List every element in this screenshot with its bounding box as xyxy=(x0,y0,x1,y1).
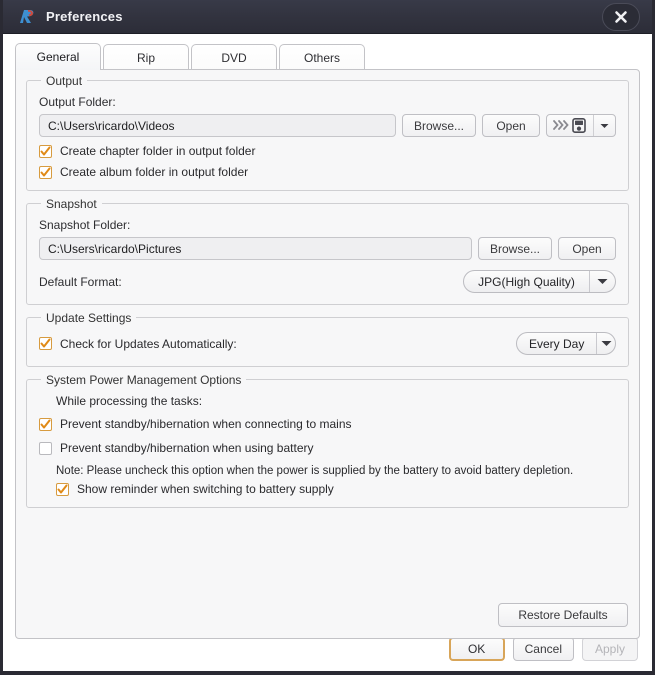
transfer-device-chevron-down-icon[interactable] xyxy=(593,115,615,136)
output-folder-label: Output Folder: xyxy=(39,95,116,109)
create-album-folder-row: Create album folder in output folder xyxy=(39,165,616,179)
create-chapter-folder-checkbox[interactable] xyxy=(39,144,52,158)
check-updates-row: Check for Updates Automatically: Every D… xyxy=(39,332,616,355)
snapshot-folder-label: Snapshot Folder: xyxy=(39,218,131,232)
power-intro-text: While processing the tasks: xyxy=(56,394,203,408)
snapshot-format-dropdown[interactable]: JPG(High Quality) xyxy=(463,270,616,293)
ok-button[interactable]: OK xyxy=(448,637,505,661)
output-folder-input[interactable]: C:\Users\ricardo\Videos xyxy=(39,114,396,137)
snapshot-format-chevron-down-icon[interactable] xyxy=(589,271,615,292)
app-logo-r-icon xyxy=(17,7,37,27)
update-frequency-dropdown[interactable]: Every Day xyxy=(516,332,616,355)
tab-others[interactable]: Others xyxy=(279,44,365,70)
prevent-standby-mains-checkbox[interactable] xyxy=(39,417,52,431)
transfer-to-device-icon xyxy=(547,115,593,136)
tab-others-label: Others xyxy=(303,50,340,65)
tab-strip: General Rip DVD Others xyxy=(15,43,652,70)
check-updates-checkbox[interactable] xyxy=(39,337,52,350)
show-reminder-checkbox[interactable] xyxy=(56,482,69,496)
tab-general-label: General xyxy=(36,50,80,64)
tab-rip-label: Rip xyxy=(136,50,155,65)
preferences-dialog: Preferences General Rip DVD Others Outpu… xyxy=(0,0,655,675)
output-folder-row: C:\Users\ricardo\Videos Browse... Open xyxy=(39,114,616,137)
snapshot-format-value: JPG(High Quality) xyxy=(478,274,575,289)
prevent-standby-mains-row: Prevent standby/hibernation when connect… xyxy=(39,417,616,431)
prevent-standby-battery-row: Prevent standby/hibernation when using b… xyxy=(39,441,616,455)
tab-dvd-label: DVD xyxy=(221,50,247,65)
snapshot-folder-input[interactable]: C:\Users\ricardo\Pictures xyxy=(39,237,472,260)
update-settings-group: Update Settings Check for Updates Automa… xyxy=(26,311,629,367)
update-settings-legend: Update Settings xyxy=(41,311,137,325)
output-browse-button[interactable]: Browse... xyxy=(401,114,476,137)
show-reminder-row: Show reminder when switching to battery … xyxy=(56,482,616,496)
power-management-legend: System Power Management Options xyxy=(41,373,247,387)
tab-dvd[interactable]: DVD xyxy=(191,44,277,70)
create-chapter-folder-label: Create chapter folder in output folder xyxy=(60,144,256,158)
snapshot-open-button[interactable]: Open xyxy=(558,237,616,260)
window-title: Preferences xyxy=(46,9,123,24)
snapshot-group-legend: Snapshot xyxy=(41,197,102,211)
create-album-folder-label: Create album folder in output folder xyxy=(60,165,249,179)
power-management-group: System Power Management Options While pr… xyxy=(26,373,629,508)
check-updates-checkbox-wrap: Check for Updates Automatically: xyxy=(39,337,237,351)
update-frequency-value: Every Day xyxy=(529,336,585,351)
close-icon[interactable] xyxy=(602,3,640,31)
prevent-standby-battery-checkbox[interactable] xyxy=(39,441,52,455)
snapshot-browse-button[interactable]: Browse... xyxy=(477,237,552,260)
snapshot-format-row: Default Format: JPG(High Quality) xyxy=(39,270,616,293)
restore-defaults-wrap: Restore Defaults xyxy=(498,603,628,627)
show-reminder-label: Show reminder when switching to battery … xyxy=(77,482,334,496)
create-album-folder-checkbox[interactable] xyxy=(39,165,52,179)
tab-rip[interactable]: Rip xyxy=(103,44,189,70)
prevent-standby-mains-label: Prevent standby/hibernation when connect… xyxy=(60,417,352,431)
output-group-legend: Output xyxy=(41,74,88,88)
apply-button: Apply xyxy=(582,637,638,661)
output-group: Output Output Folder: C:\Users\ricardo\V… xyxy=(26,74,629,191)
snapshot-folder-row: C:\Users\ricardo\Pictures Browse... Open xyxy=(39,237,616,260)
create-chapter-folder-row: Create chapter folder in output folder xyxy=(39,144,616,158)
power-note-text: Note: Please uncheck this option when th… xyxy=(56,465,574,477)
snapshot-format-label: Default Format: xyxy=(39,274,122,289)
cancel-button[interactable]: Cancel xyxy=(512,637,574,661)
update-frequency-chevron-down-icon[interactable] xyxy=(596,333,615,354)
check-updates-label: Check for Updates Automatically: xyxy=(60,336,237,351)
snapshot-group: Snapshot Snapshot Folder: C:\Users\ricar… xyxy=(26,197,629,305)
tab-general[interactable]: General xyxy=(15,43,101,70)
title-bar: Preferences xyxy=(3,0,652,34)
general-settings-panel: Output Output Folder: C:\Users\ricardo\V… xyxy=(15,69,640,639)
prevent-standby-battery-label: Prevent standby/hibernation when using b… xyxy=(60,441,314,455)
transfer-to-device-button[interactable] xyxy=(546,114,616,137)
output-open-button[interactable]: Open xyxy=(482,114,540,137)
restore-defaults-button[interactable]: Restore Defaults xyxy=(498,603,628,627)
